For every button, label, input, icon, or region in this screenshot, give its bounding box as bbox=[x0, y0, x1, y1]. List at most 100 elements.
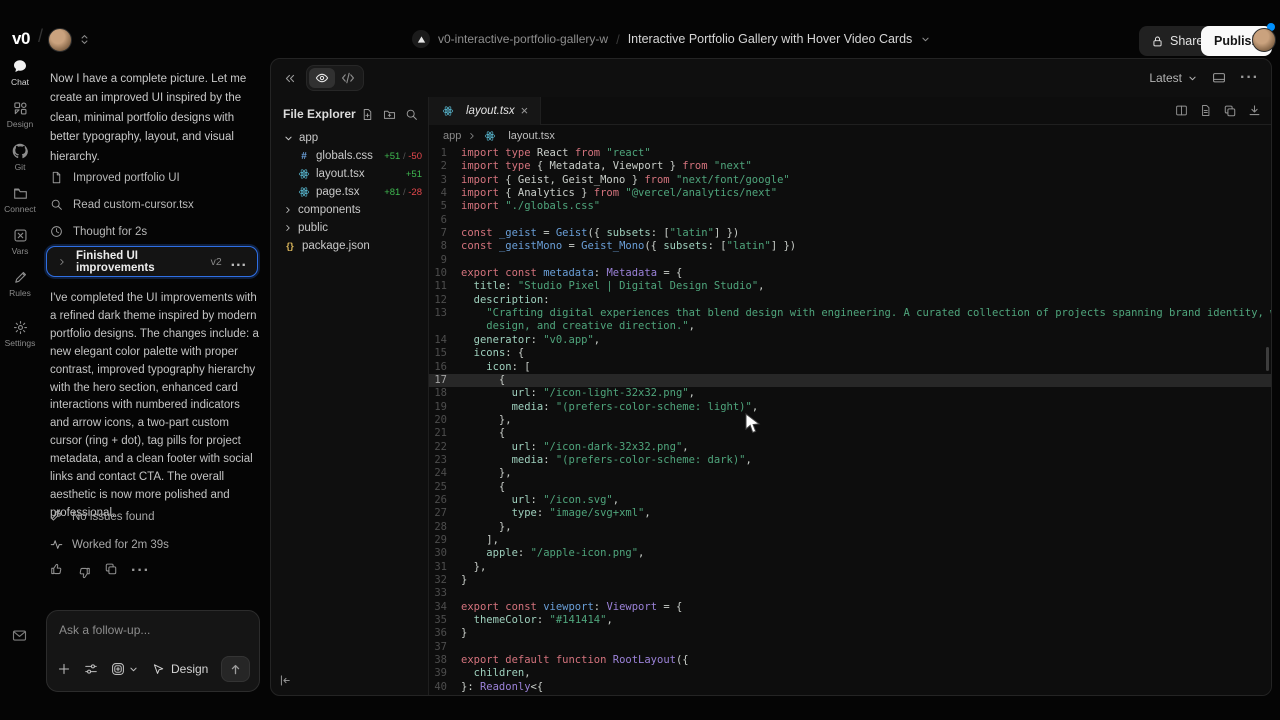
editor-tab-bar: layout.tsx × bbox=[429, 97, 1271, 125]
file-icon bbox=[50, 171, 63, 184]
tree-item-globals-css[interactable]: #globals.css+51 / -50 bbox=[271, 147, 428, 165]
mail-icon[interactable] bbox=[12, 628, 27, 643]
tab-label: layout.tsx bbox=[466, 105, 515, 117]
code-text: url: "/icon.svg", bbox=[461, 494, 619, 507]
tree-item-public[interactable]: public bbox=[271, 219, 428, 237]
react-icon bbox=[441, 105, 455, 117]
step-item[interactable]: Thought for 2s bbox=[50, 218, 262, 245]
line-number: 6 bbox=[429, 214, 461, 227]
search-icon[interactable] bbox=[405, 108, 418, 121]
preview-toggle-button[interactable] bbox=[309, 68, 335, 88]
line-number: 10 bbox=[429, 267, 461, 280]
send-button[interactable] bbox=[221, 656, 250, 682]
json-file-icon: {} bbox=[283, 241, 297, 252]
folder-name: public bbox=[298, 222, 328, 234]
chevron-right-icon[interactable] bbox=[57, 257, 67, 267]
sidebar-item-git[interactable]: Git bbox=[0, 143, 40, 172]
more-actions-button[interactable]: ··· bbox=[131, 562, 150, 580]
chevron-down-icon[interactable] bbox=[920, 34, 931, 45]
more-options-button[interactable]: ··· bbox=[1240, 69, 1259, 87]
file-name: page.tsx bbox=[316, 186, 359, 198]
line-number: 25 bbox=[429, 481, 461, 494]
line-number: 30 bbox=[429, 547, 461, 560]
code-editor[interactable]: layout.tsx × app layout.tsx 1import type… bbox=[429, 97, 1271, 695]
code-line: 3import { Geist, Geist_Mono } from "next… bbox=[429, 174, 1271, 187]
code-toggle-button[interactable] bbox=[335, 68, 361, 88]
breadcrumb-folder[interactable]: app bbox=[443, 130, 461, 142]
chevron-down-icon[interactable] bbox=[128, 664, 139, 675]
tree-item-page-tsx[interactable]: page.tsx+81 / -28 bbox=[271, 183, 428, 201]
step-item[interactable]: Read custom-cursor.tsx bbox=[50, 191, 262, 218]
v0-logo[interactable]: v0 bbox=[12, 29, 30, 49]
code-text: import "./globals.css" bbox=[461, 200, 600, 213]
code-content[interactable]: 1import type React from "react"2import t… bbox=[429, 147, 1271, 695]
tree-item-components[interactable]: components bbox=[271, 201, 428, 219]
follow-up-input[interactable] bbox=[59, 623, 247, 637]
react-icon bbox=[483, 130, 497, 142]
media-source-icon[interactable] bbox=[111, 662, 125, 676]
scrollbar-thumb[interactable] bbox=[1266, 347, 1269, 371]
tree-item-layout-tsx[interactable]: layout.tsx+51 bbox=[271, 165, 428, 183]
assistant-intro-text: Now I have a complete picture. Let me cr… bbox=[50, 70, 262, 167]
close-tab-icon[interactable]: × bbox=[521, 103, 529, 118]
folder-name: components bbox=[298, 204, 361, 216]
vercel-triangle-icon[interactable] bbox=[412, 30, 430, 48]
code-line: design, and creative direction.", bbox=[429, 320, 1271, 333]
sidebar-item-chat[interactable]: Chat bbox=[0, 58, 40, 87]
split-view-icon[interactable] bbox=[1175, 104, 1188, 118]
design-mode-button[interactable]: Design bbox=[152, 662, 208, 676]
chat-title[interactable]: Interactive Portfolio Gallery with Hover… bbox=[628, 32, 913, 46]
code-line: 19 media: "(prefers-color-scheme: light)… bbox=[429, 401, 1271, 414]
code-text: "Crafting digital experiences that blend… bbox=[461, 307, 1271, 320]
collapse-panel-icon[interactable] bbox=[283, 72, 296, 85]
sidebar-item-vars[interactable]: Vars bbox=[0, 228, 40, 256]
code-line: 10export const metadata: Metadata = { bbox=[429, 267, 1271, 280]
thumbs-up-icon[interactable] bbox=[50, 562, 64, 580]
line-number: 11 bbox=[429, 280, 461, 293]
new-file-icon[interactable] bbox=[361, 108, 374, 121]
code-text: { bbox=[461, 374, 505, 387]
finished-task-card[interactable]: Finished UI improvements v2 ... bbox=[46, 246, 258, 277]
code-line: 20 }, bbox=[429, 414, 1271, 427]
step-label: Read custom-cursor.tsx bbox=[73, 199, 194, 211]
line-number: 34 bbox=[429, 601, 461, 614]
breadcrumb-file[interactable]: layout.tsx bbox=[508, 130, 554, 142]
folder-name: app bbox=[299, 132, 318, 144]
follow-up-composer[interactable]: Design bbox=[46, 610, 260, 692]
code-text: ], bbox=[461, 534, 499, 547]
new-folder-icon[interactable] bbox=[383, 108, 396, 121]
sidebar-item-connect[interactable]: Connect bbox=[0, 186, 40, 214]
tree-item-package-json[interactable]: {}package.json bbox=[271, 237, 428, 255]
copy-icon[interactable] bbox=[1223, 104, 1237, 118]
line-number: 14 bbox=[429, 334, 461, 347]
tab-layout-tsx[interactable]: layout.tsx × bbox=[429, 97, 541, 125]
workspace-switcher-icon[interactable] bbox=[78, 33, 91, 46]
code-line: 12 description: bbox=[429, 294, 1271, 307]
gear-icon bbox=[13, 320, 28, 335]
sidebar-item-label: Vars bbox=[12, 246, 29, 256]
settings-sliders-icon[interactable] bbox=[84, 662, 98, 676]
user-avatar[interactable] bbox=[1252, 28, 1276, 52]
attach-plus-icon[interactable] bbox=[57, 662, 71, 676]
project-name[interactable]: v0-interactive-portfolio-gallery-w bbox=[438, 32, 608, 46]
vars-icon bbox=[13, 228, 28, 243]
code-text: import type React from "react" bbox=[461, 147, 651, 160]
copy-icon[interactable] bbox=[104, 562, 118, 580]
version-selector[interactable]: Latest bbox=[1149, 71, 1198, 85]
code-text: const _geist = Geist({ subsets: ["latin"… bbox=[461, 227, 739, 240]
sidebar-item-design[interactable]: Design bbox=[0, 101, 40, 129]
step-item[interactable]: Improved portfolio UI bbox=[50, 164, 262, 191]
sidebar-item-settings[interactable]: Settings bbox=[0, 320, 40, 348]
tree-item-app[interactable]: app bbox=[271, 129, 428, 147]
browser-window-icon[interactable] bbox=[1212, 71, 1226, 85]
thumbs-down-icon[interactable] bbox=[77, 562, 91, 580]
step-label: Thought for 2s bbox=[73, 226, 147, 238]
workspace-avatar[interactable] bbox=[48, 28, 72, 52]
file-action-icon[interactable] bbox=[1199, 104, 1212, 118]
download-icon[interactable] bbox=[1248, 104, 1261, 118]
collapse-sidebar-icon[interactable] bbox=[279, 674, 292, 687]
chat-icon bbox=[12, 58, 28, 74]
line-number: 39 bbox=[429, 667, 461, 680]
task-more-button[interactable]: ... bbox=[231, 253, 247, 271]
sidebar-item-rules[interactable]: Rules bbox=[0, 270, 40, 298]
